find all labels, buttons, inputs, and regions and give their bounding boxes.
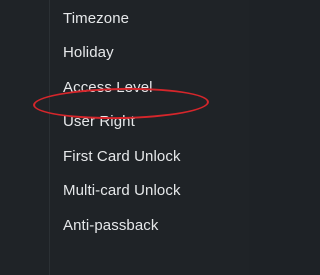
menu-item-label: Timezone [63,10,130,27]
menu-item-multi-card-unlock[interactable]: Multi-card Unlock [50,174,249,208]
menu-item-label: Multi-card Unlock [63,182,181,199]
menu-item-holiday[interactable]: Holiday [50,37,249,71]
menu-item-anti-passback[interactable]: Anti-passback [50,208,249,242]
menu-item-label: Anti-passback [63,217,159,234]
submenu-list: Timezone Holiday Access Level User Right… [0,0,249,275]
menu-item-first-card-unlock[interactable]: First Card Unlock [50,140,249,174]
menu-item-label: First Card Unlock [63,148,181,165]
menu-item-timezone[interactable]: Timezone [50,3,249,37]
access-control-menu-panel: Timezone Holiday Access Level User Right… [0,0,249,275]
menu-item-label: Holiday [63,44,114,61]
